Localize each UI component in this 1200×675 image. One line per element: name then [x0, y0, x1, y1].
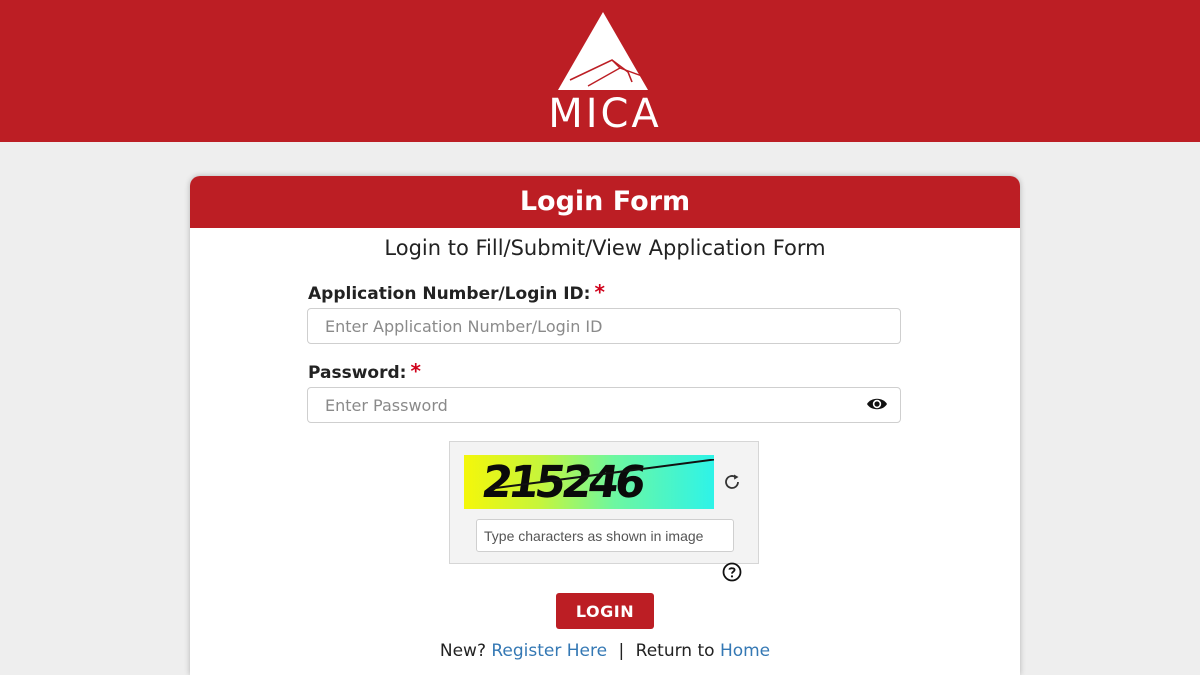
- login-card: Login Form Login to Fill/Submit/View App…: [190, 176, 1020, 675]
- login-id-label-text: Application Number/Login ID:: [308, 284, 591, 304]
- logo-wordmark: MICA: [548, 91, 662, 137]
- login-form-title: Login Form: [190, 176, 1020, 228]
- new-text: New?: [439, 641, 486, 661]
- mica-logo: MICA: [530, 10, 680, 137]
- link-separator: |: [618, 641, 625, 661]
- home-link[interactable]: Home: [720, 641, 770, 661]
- password-label-text: Password:: [308, 363, 407, 383]
- refresh-icon[interactable]: [722, 472, 742, 492]
- captcha-image: 215246: [464, 455, 714, 509]
- password-label: Password: *: [308, 359, 421, 383]
- question-circle-icon[interactable]: [722, 562, 742, 582]
- login-id-label: Application Number/Login ID: *: [308, 280, 605, 304]
- captcha-input[interactable]: [476, 519, 734, 552]
- required-mark: *: [594, 280, 605, 304]
- required-mark: *: [410, 359, 421, 383]
- password-input[interactable]: [307, 387, 901, 423]
- captcha-noise-line: [488, 459, 714, 490]
- form-subtitle: Login to Fill/Submit/View Application Fo…: [384, 236, 826, 260]
- register-link[interactable]: Register Here: [491, 641, 607, 661]
- login-button[interactable]: LOGIN: [556, 593, 654, 629]
- login-id-input[interactable]: [307, 308, 901, 344]
- captcha-panel: 215246: [449, 441, 759, 564]
- top-banner: MICA: [0, 0, 1200, 142]
- footer-links: New? Register Here | Return to Home: [190, 641, 1020, 661]
- logo-triangle-icon: [558, 12, 648, 90]
- return-text: Return to: [635, 641, 715, 661]
- eye-icon[interactable]: [866, 396, 888, 412]
